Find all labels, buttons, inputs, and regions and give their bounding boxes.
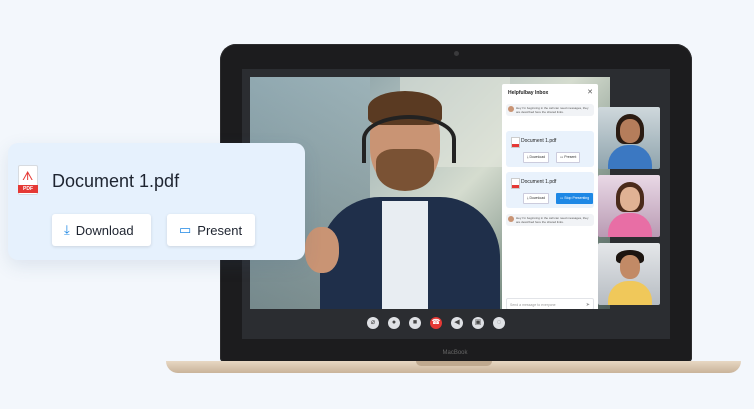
document-title: Document 1.pdf <box>52 171 180 191</box>
download-label: Download <box>529 155 546 159</box>
acrobat-icon: ᗑ <box>22 169 34 183</box>
download-button[interactable]: ⤓ Download <box>52 214 151 246</box>
monitor-icon: ▭ <box>179 222 192 237</box>
chat-message: Hey I'm beginning in the call can need m… <box>506 214 594 226</box>
present-button[interactable]: ▭ Present <box>556 152 581 163</box>
pdf-badge: PDF <box>18 185 38 193</box>
video-call-screen: Helpfulbay Inbox ✕ Hey I'm beginning in … <box>242 69 670 339</box>
close-icon[interactable]: ✕ <box>587 88 593 96</box>
document-attachment: Document 1.pdf ⤓ Download ▭ Present <box>506 131 594 167</box>
message-text: Hey I'm beginning in the call can need m… <box>516 216 589 224</box>
stop-presenting-label: Stop Presenting <box>564 196 590 200</box>
send-icon[interactable]: ➤ <box>586 299 590 309</box>
call-toolbar: ⌀ ● ■ ☎ ◀ ▣ ◌ <box>242 309 670 339</box>
document-name: Document 1.pdf <box>521 138 557 144</box>
headset-icon <box>362 115 456 163</box>
download-label: Download <box>529 196 546 200</box>
chat-icon[interactable]: ◌ <box>493 317 505 329</box>
participant-tile[interactable] <box>598 107 660 169</box>
speaker-shirt <box>382 201 428 309</box>
camera-dot <box>454 51 459 56</box>
participant-body <box>608 145 652 169</box>
participant-face <box>620 119 640 143</box>
download-button[interactable]: ⤓ Download <box>523 152 550 163</box>
attach-icon[interactable]: ⌀ <box>367 317 379 329</box>
participant-face <box>620 187 640 211</box>
pdf-icon <box>511 178 520 189</box>
download-icon: ⤓ <box>64 222 70 237</box>
participant-tile[interactable] <box>598 243 660 305</box>
chat-input[interactable]: Send a message to everyone ➤ <box>506 298 594 309</box>
participant-tile[interactable] <box>598 175 660 237</box>
download-label: Download <box>75 222 134 238</box>
avatar <box>508 216 514 222</box>
document-attachment: Document 1.pdf ⤓ Download ▭ Stop Present… <box>506 172 594 208</box>
laptop-brand: MacBook <box>442 350 468 356</box>
participant-face <box>620 255 640 279</box>
speaker-hand <box>305 227 339 273</box>
document-name: Document 1.pdf <box>521 179 557 185</box>
download-button[interactable]: ⤓ Download <box>523 193 550 204</box>
camera-icon[interactable]: ■ <box>409 317 421 329</box>
participant-body <box>608 213 652 237</box>
present-button[interactable]: ▭ Present <box>167 214 255 246</box>
chat-message: Hey I'm beginning in the call can need m… <box>506 104 594 116</box>
pdf-file-icon: ᗑ PDF <box>18 165 38 195</box>
chat-input-placeholder: Send a message to everyone <box>510 303 556 307</box>
end-call-icon[interactable]: ☎ <box>430 317 442 329</box>
screen-share-icon[interactable]: ▣ <box>472 317 484 329</box>
participant-body <box>608 281 652 305</box>
avatar <box>508 106 514 112</box>
mic-icon[interactable]: ● <box>388 317 400 329</box>
speaker-icon[interactable]: ◀ <box>451 317 463 329</box>
present-label: Present <box>564 155 577 159</box>
present-label: Present <box>197 222 243 238</box>
pdf-icon <box>511 137 520 148</box>
chat-title: Helpfulbay Inbox <box>508 90 549 96</box>
document-card: ᗑ PDF Document 1.pdf ⤓ Download ▭ Presen… <box>8 143 305 260</box>
message-text: Hey I'm beginning in the call can need m… <box>516 106 589 114</box>
stop-presenting-button[interactable]: ▭ Stop Presenting <box>556 193 594 204</box>
laptop-notch <box>416 361 492 366</box>
chat-panel: Helpfulbay Inbox ✕ Hey I'm beginning in … <box>502 84 598 309</box>
